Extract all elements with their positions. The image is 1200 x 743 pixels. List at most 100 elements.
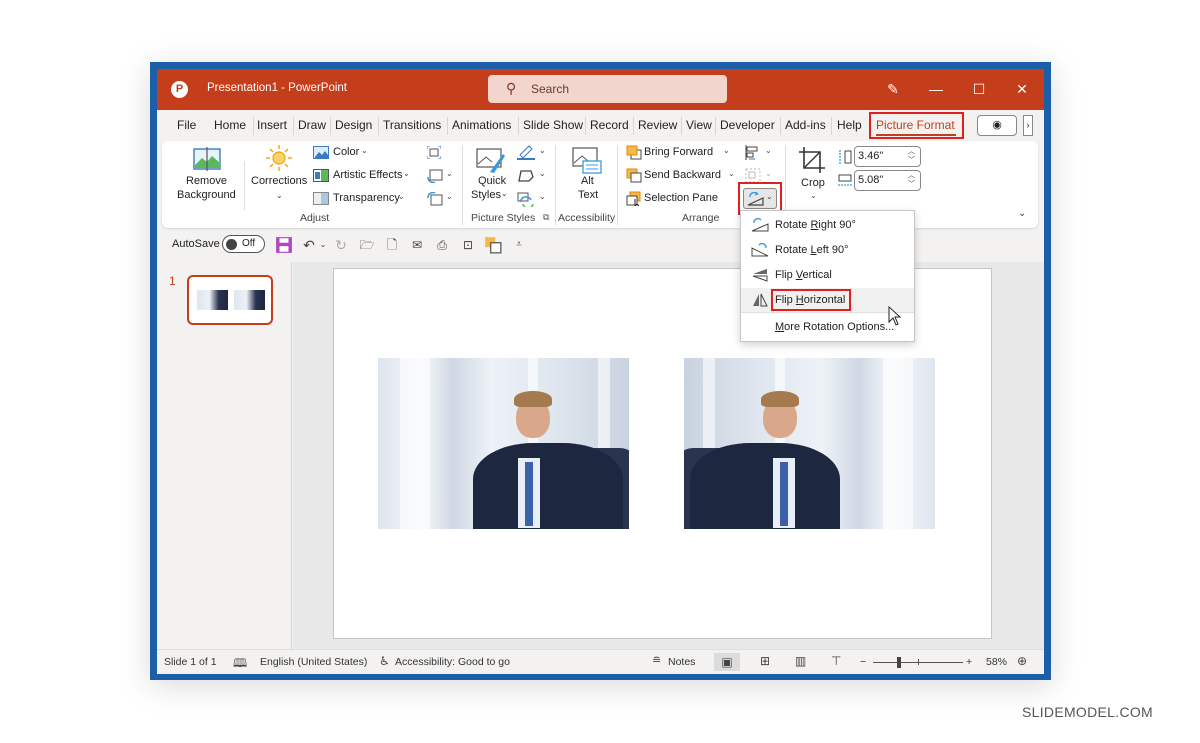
tab-design[interactable]: Design <box>335 118 372 132</box>
tab-divider <box>378 117 379 135</box>
tab-view[interactable]: View <box>686 118 712 132</box>
chevron-down-icon: ⌄ <box>403 169 410 178</box>
accessibility-status[interactable]: Accessibility: Good to go <box>395 656 510 668</box>
picture-original[interactable] <box>378 358 629 529</box>
tab-home[interactable]: Home <box>214 118 246 132</box>
zoom-in-button[interactable]: + <box>966 656 972 668</box>
photo-pillar <box>883 358 913 529</box>
tab-divider <box>831 117 832 135</box>
tab-slide-show[interactable]: Slide Show <box>523 118 583 132</box>
ribbon-divider <box>555 145 556 225</box>
reading-view-icon[interactable]: ▥ <box>795 654 806 668</box>
slide-sorter-icon[interactable]: ⊞ <box>760 654 770 668</box>
slide-thumbnail[interactable] <box>187 275 273 325</box>
menu-item-rotate-left[interactable]: Rotate Left 90° <box>741 238 914 263</box>
undo-dropdown-icon[interactable]: ⌄ <box>314 236 332 254</box>
print-preview-icon[interactable]: ⎙ <box>433 236 451 254</box>
compress-pictures-icon <box>427 146 441 159</box>
tab-file[interactable]: File <box>177 118 196 132</box>
rotate-left-icon <box>751 243 769 257</box>
copy-format-icon[interactable] <box>484 236 502 254</box>
menu-item-flip-vertical[interactable]: Flip Vertical <box>741 263 914 288</box>
photo-tie <box>780 462 788 526</box>
maximize-button[interactable]: ☐ <box>957 69 1001 110</box>
fit-to-window-icon[interactable]: ⊕ <box>1017 654 1027 668</box>
tab-insert[interactable]: Insert <box>257 118 287 132</box>
save-icon[interactable] <box>275 236 293 254</box>
group-label-picture-styles: Picture Styles <box>471 212 536 224</box>
search-box[interactable]: ⚲ Search <box>488 75 727 103</box>
zoom-level[interactable]: 58% <box>986 656 1007 668</box>
normal-view-icon[interactable]: ▣ <box>714 653 740 671</box>
minimize-button[interactable]: — <box>914 69 958 110</box>
shape-height-value: 3.46" <box>858 150 884 162</box>
redo-icon[interactable]: ↻ <box>332 236 350 254</box>
autosave-toggle[interactable]: Off <box>222 235 265 253</box>
tab-help[interactable]: Help <box>837 118 862 132</box>
powerpoint-logo-icon: P <box>171 81 188 98</box>
change-picture-icon <box>427 169 443 183</box>
shape-width-input[interactable]: 5.08" ︿ ﹀ <box>854 170 921 191</box>
language[interactable]: English (United States) <box>260 656 367 668</box>
spin-arrows-icon[interactable]: ︿ ﹀ <box>908 147 915 165</box>
tab-transitions[interactable]: Transitions <box>383 118 441 132</box>
spelling-check-icon[interactable]: 🕮 <box>233 654 247 674</box>
email-icon[interactable]: ✉ <box>408 236 426 254</box>
collapse-ribbon-icon[interactable]: ⌄ <box>1018 208 1026 219</box>
align-icon <box>745 145 758 160</box>
tab-add-ins[interactable]: Add-ins <box>785 118 826 132</box>
title-bar: P Presentation1 - PowerPoint ⚲ Search ✎ … <box>157 69 1044 110</box>
notes-button[interactable]: Notes <box>668 656 695 668</box>
menu-item-rotate-right[interactable]: Rotate Right 90° <box>741 213 914 238</box>
tab-review[interactable]: Review <box>638 118 677 132</box>
tab-draw[interactable]: Draw <box>298 118 326 132</box>
group-label-arrange: Arrange <box>682 212 720 224</box>
photo-pillar <box>400 358 430 529</box>
photo-hair <box>514 391 552 407</box>
new-file-icon[interactable]: 🗋 <box>383 236 401 254</box>
spin-arrows-icon[interactable]: ︿ ﹀ <box>908 171 915 189</box>
close-button[interactable]: ✕ <box>1000 69 1044 110</box>
zoom-out-button[interactable]: − <box>860 656 866 668</box>
zoom-slider-thumb[interactable] <box>897 657 901 668</box>
picture-border-icon <box>517 145 535 160</box>
menu-item-label: More Rotation Options... <box>775 321 895 333</box>
artistic-effects-icon <box>313 169 329 182</box>
record-icon: ◉ <box>992 119 1002 131</box>
search-icon: ⚲ <box>506 80 517 96</box>
tabs-scroll-right-button[interactable]: › <box>1023 115 1033 136</box>
picture-format-highlight-box <box>869 112 964 139</box>
send-backward-label: Send Backward <box>644 169 722 181</box>
tab-divider <box>518 117 519 135</box>
tab-divider <box>447 117 448 135</box>
shape-width-icon <box>838 174 852 186</box>
bring-forward-label: Bring Forward <box>644 146 714 158</box>
tab-divider <box>293 117 294 135</box>
tab-record[interactable]: Record <box>590 118 629 132</box>
picture-flipped[interactable] <box>684 358 935 529</box>
status-bar: Slide 1 of 1 🕮 English (United States) ♿… <box>157 649 1044 674</box>
shape-height-input[interactable]: 3.46" ︿ ﹀ <box>854 146 921 167</box>
tab-divider <box>715 117 716 135</box>
transparency-icon <box>313 192 329 205</box>
chevron-down-icon: ⌄ <box>398 192 405 201</box>
tab-developer[interactable]: Developer <box>720 118 775 132</box>
tab-divider <box>681 117 682 135</box>
selection-pane-label: Selection Pane <box>644 192 718 204</box>
chevron-down-icon: ⌄ <box>723 146 730 155</box>
slide-show-icon[interactable]: ⊤ <box>831 654 841 668</box>
tab-divider <box>633 117 634 135</box>
shape-width-value: 5.08" <box>858 174 884 186</box>
alt-text-label-1: Alt <box>581 175 594 187</box>
customize-toolbar-icon[interactable]: ⩡ <box>510 236 528 254</box>
menu-item-label: Rotate Right 90° <box>775 219 856 231</box>
group-label-accessibility: Accessibility <box>558 212 616 224</box>
chevron-down-icon: ⌄ <box>810 191 817 200</box>
picture-styles-dialog-launcher[interactable]: ⧉ <box>543 212 549 223</box>
pen-icon[interactable]: ✎ <box>871 69 915 110</box>
powerpoint-window: P Presentation1 - PowerPoint ⚲ Search ✎ … <box>157 69 1044 674</box>
present-from-start-icon[interactable]: ⊡ <box>459 236 477 254</box>
tab-animations[interactable]: Animations <box>452 118 511 132</box>
open-folder-icon[interactable]: 🗁 <box>358 236 376 254</box>
record-button[interactable]: ◉ <box>977 115 1017 136</box>
